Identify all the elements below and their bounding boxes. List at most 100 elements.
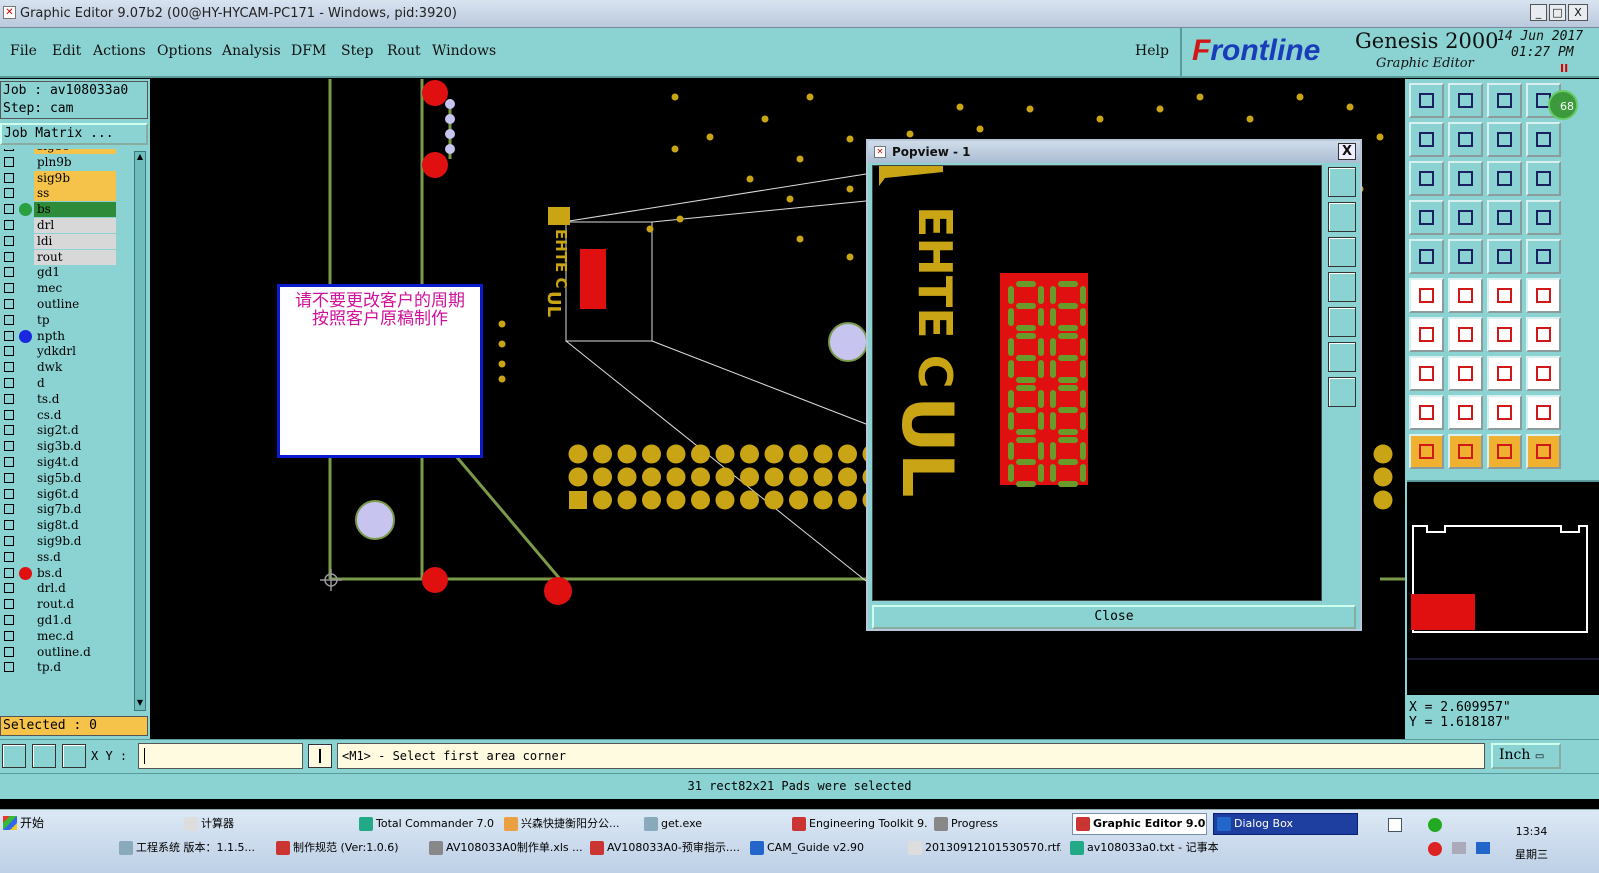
menu-analysis[interactable]: Analysis xyxy=(222,43,281,59)
layer-affected-dot[interactable] xyxy=(19,203,32,217)
layer-checkbox[interactable] xyxy=(4,378,14,388)
popview-tool-down-icon[interactable] xyxy=(1328,237,1356,267)
layer-name[interactable]: tp xyxy=(34,312,116,328)
layer-name[interactable]: bs xyxy=(34,202,116,218)
taskbar-item[interactable]: Progress xyxy=(930,813,1065,835)
menu-windows[interactable]: Windows xyxy=(432,43,496,59)
popview-tool-up-icon[interactable] xyxy=(1328,202,1356,232)
layer-name[interactable]: ts.d xyxy=(34,391,116,407)
tool-fill-circle-icon[interactable] xyxy=(1526,239,1561,274)
menu-help[interactable]: Help xyxy=(1135,43,1169,59)
unit-select[interactable]: Inch ▭ xyxy=(1491,743,1561,769)
layer-list-scrollbar[interactable]: ▲ ▼ xyxy=(134,151,146,711)
layer-name[interactable]: sig9b xyxy=(34,170,116,186)
layer-name[interactable]: tp.d xyxy=(34,660,116,676)
layer-row[interactable]: mec xyxy=(0,281,120,297)
tool-add-pad-icon[interactable] xyxy=(1526,278,1561,313)
taskbar-item[interactable]: CAM_Guide v2.90 xyxy=(746,837,900,859)
layer-name[interactable]: mec xyxy=(34,281,116,297)
layer-row[interactable]: drl.d xyxy=(0,581,120,597)
layer-checkbox[interactable] xyxy=(4,149,14,151)
layer-checkbox[interactable] xyxy=(4,599,14,610)
tool-angle-icon[interactable] xyxy=(1409,317,1444,352)
layer-checkbox[interactable] xyxy=(4,472,14,483)
layer-checkbox[interactable] xyxy=(4,425,14,436)
layer-name[interactable]: cs.d xyxy=(34,407,116,423)
tool-select-sq-icon[interactable] xyxy=(1526,356,1561,391)
layer-row[interactable]: mec.d xyxy=(0,628,120,644)
layer-checkbox[interactable] xyxy=(4,220,14,230)
layer-checkbox[interactable] xyxy=(4,267,14,278)
tool-pointer-d-icon[interactable] xyxy=(1526,434,1561,469)
close-window-button[interactable]: X xyxy=(1568,4,1588,21)
layer-name[interactable]: d xyxy=(34,376,116,391)
layer-row[interactable]: sig3b.d xyxy=(0,439,120,455)
layer-checkbox[interactable] xyxy=(4,235,14,246)
layer-checkbox[interactable] xyxy=(4,504,14,515)
layer-checkbox[interactable] xyxy=(4,156,14,167)
popview-tool-zoom-in-icon[interactable] xyxy=(1328,377,1356,407)
layer-name[interactable]: pln9b xyxy=(34,154,116,170)
menu-actions[interactable]: Actions xyxy=(93,43,146,59)
layer-name[interactable]: sig2t.d xyxy=(34,423,116,439)
taskbar-item[interactable]: Graphic Editor 9.07... xyxy=(1072,813,1207,835)
taskbar-item[interactable]: Total Commander 7.0... xyxy=(355,813,495,835)
menu-rout[interactable]: Rout xyxy=(387,43,421,59)
layer-row[interactable]: sig4t.d xyxy=(0,455,120,470)
tool-ruler-icon[interactable] xyxy=(1487,239,1522,274)
popview-tool-left-icon[interactable] xyxy=(1328,272,1356,302)
grid-icon[interactable] xyxy=(62,744,86,768)
tool-arc-point-icon[interactable] xyxy=(1487,278,1522,313)
tool-move-down-icon[interactable] xyxy=(1448,83,1483,118)
tool-grid-icon[interactable] xyxy=(1448,200,1483,235)
layer-name[interactable]: sig8t.d xyxy=(34,518,116,534)
layer-name[interactable]: mec.d xyxy=(34,628,116,644)
layer-row[interactable]: npth xyxy=(0,328,120,344)
layer-name[interactable]: ydkdrl xyxy=(34,344,116,360)
maximize-button[interactable]: □ xyxy=(1549,4,1566,21)
tool-help-query-icon[interactable] xyxy=(1526,161,1561,196)
menu-file[interactable]: File xyxy=(10,43,37,59)
layer-checkbox[interactable] xyxy=(4,314,14,325)
tool-triangle-a-icon[interactable] xyxy=(1409,395,1444,430)
tool-fit-all-icon[interactable] xyxy=(1409,161,1444,196)
layer-name[interactable]: sig6t.d xyxy=(34,486,116,502)
tool-connect-icon[interactable] xyxy=(1409,278,1444,313)
ime-badge[interactable]: 68 xyxy=(1548,90,1578,120)
network-icon[interactable] xyxy=(1476,842,1490,854)
tool-layer-red-1-icon[interactable] xyxy=(1487,200,1522,235)
layer-row[interactable]: sig9b.d xyxy=(0,534,120,549)
pause-icon[interactable]: II xyxy=(1560,62,1568,75)
mini-map[interactable] xyxy=(1407,480,1599,695)
layer-checkbox[interactable] xyxy=(4,283,14,294)
scroll-up-icon[interactable]: ▲ xyxy=(135,152,145,164)
layer-row[interactable]: ss xyxy=(0,186,120,202)
layer-checkbox[interactable] xyxy=(4,346,14,357)
layer-row[interactable]: ts.d xyxy=(0,391,120,407)
taskbar-item[interactable]: 制作规范 (Ver:1.0.6) xyxy=(272,837,422,859)
taskbar-item[interactable]: av108033a0.txt - 记事本 xyxy=(1066,837,1236,859)
taskbar-item[interactable]: 计算器 xyxy=(180,813,320,835)
layer-name[interactable]: sig4t.d xyxy=(34,455,116,470)
layer-name[interactable]: gd1 xyxy=(34,265,116,281)
info-icon[interactable] xyxy=(308,744,332,768)
tool-triangle-c-icon[interactable] xyxy=(1487,395,1522,430)
tool-line-h-icon[interactable] xyxy=(1448,356,1483,391)
layer-checkbox[interactable] xyxy=(4,362,14,373)
layer-name[interactable]: sig5b.d xyxy=(34,470,116,486)
layer-name[interactable]: rout.d xyxy=(34,597,116,613)
layer-row[interactable]: gd1.d xyxy=(0,613,120,628)
layer-checkbox[interactable] xyxy=(4,551,14,562)
measure-icon[interactable] xyxy=(32,744,56,768)
layer-checkbox[interactable] xyxy=(4,251,14,262)
layer-checkbox[interactable] xyxy=(4,615,14,625)
popview-tool-fit-icon[interactable] xyxy=(1328,167,1356,197)
layer-name[interactable]: sig7b.d xyxy=(34,502,116,518)
layer-checkbox[interactable] xyxy=(4,457,14,467)
start-button[interactable]: 开始 xyxy=(0,813,100,835)
tool-rotate-point-icon[interactable] xyxy=(1409,239,1444,274)
layer-row[interactable]: sig8c xyxy=(0,149,120,154)
layer-name[interactable]: gd1.d xyxy=(34,613,116,628)
speaker-icon[interactable] xyxy=(1452,842,1466,854)
layer-checkbox[interactable] xyxy=(4,583,14,594)
